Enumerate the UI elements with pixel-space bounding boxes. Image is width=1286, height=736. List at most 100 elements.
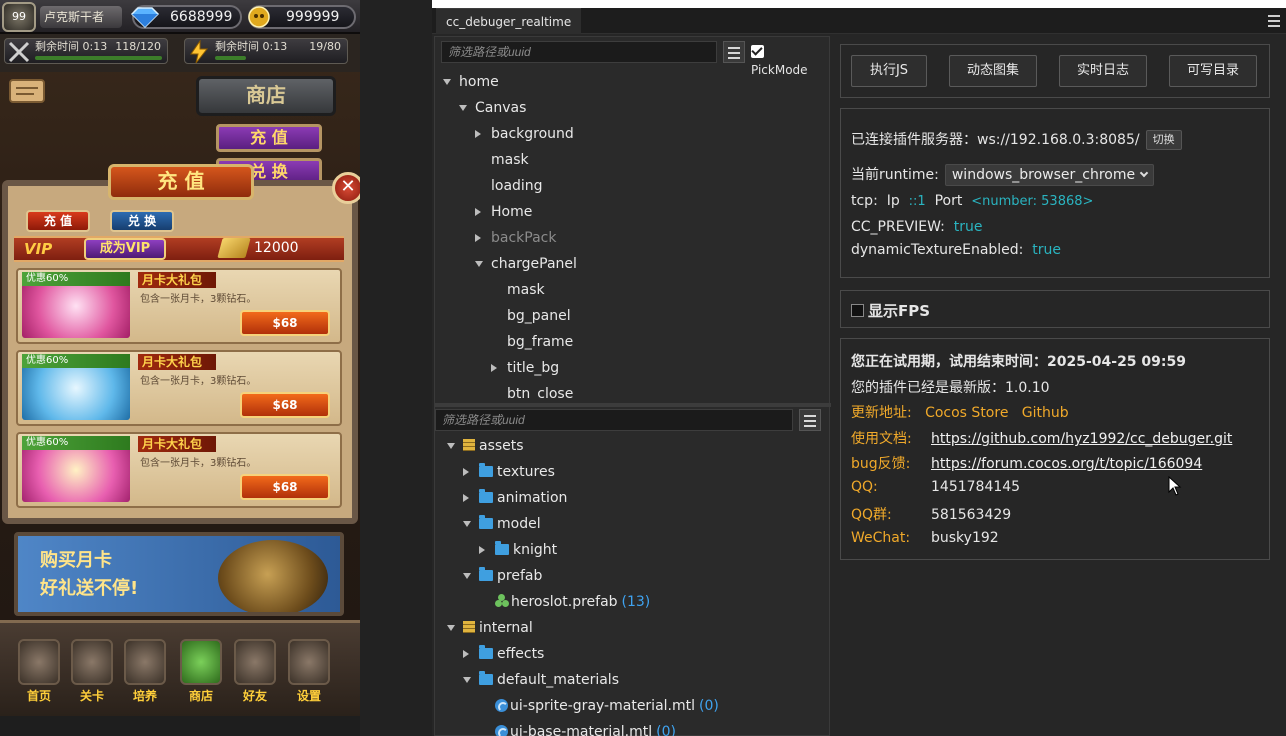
tree-node[interactable]: background (475, 121, 574, 147)
timer-label: 剩余时间 (215, 40, 259, 53)
asset-tree: assets textures animation model knight prefab… (435, 433, 831, 736)
update-label: 更新地址: (851, 405, 912, 421)
bug-link[interactable]: https://forum.cocos.org/t/topic/166094 (931, 456, 1202, 472)
hamburger-menu-icon[interactable] (1268, 15, 1280, 27)
asset-node[interactable]: animation (463, 485, 567, 511)
card-title: 月卡大礼包 (138, 272, 216, 288)
tree-node[interactable]: backPack (475, 225, 556, 251)
vip-label: VIP (24, 240, 53, 258)
tree-node[interactable]: Home (475, 199, 532, 225)
buy-button[interactable]: $68 (240, 474, 330, 500)
expand-arrow-down-icon[interactable] (443, 79, 451, 85)
reference-count: (13) (621, 594, 651, 610)
banner-line-1: 购买月卡 (40, 550, 112, 571)
runtime-select[interactable]: windows_browser_chrome (944, 164, 1155, 186)
tree-node[interactable]: chargePanel (475, 251, 577, 277)
expand-arrow-right-icon[interactable] (463, 468, 469, 476)
trial-notice: 您正在试用期，试用结束时间：2025-04-25 09:59 (851, 354, 1186, 370)
github-link[interactable]: Github (1022, 405, 1069, 421)
expand-arrow-right-icon[interactable] (463, 650, 469, 658)
asset-list-toggle-icon[interactable] (799, 409, 821, 431)
close-button[interactable]: ✕ (332, 172, 360, 204)
asset-node[interactable]: ui-base-material.mtl (0) (495, 719, 676, 736)
expand-arrow-down-icon[interactable] (463, 521, 471, 527)
expand-arrow-right-icon[interactable] (475, 208, 481, 216)
checkbox-unchecked-icon (851, 304, 864, 317)
expand-arrow-down-icon[interactable] (475, 261, 483, 267)
tree-node[interactable]: mask (507, 277, 545, 303)
realtime-log-button[interactable]: 实时日志 (1059, 55, 1147, 87)
expand-arrow-down-icon[interactable] (463, 573, 471, 579)
expand-arrow-right-icon[interactable] (479, 546, 485, 554)
list-toggle-icon[interactable] (723, 41, 745, 63)
expand-arrow-right-icon[interactable] (475, 130, 481, 138)
node-label: model (497, 516, 541, 532)
asset-node[interactable]: model (463, 511, 541, 537)
docs-link[interactable]: https://github.com/hyz1992/cc_debuger.gi… (931, 431, 1232, 447)
nav-home[interactable]: 首页 (14, 639, 64, 713)
card-description: 包含一张月卡，3颗钻石。 (140, 376, 257, 387)
tab-strip: cc_debuger_realtime (432, 8, 1286, 34)
asset-node[interactable]: effects (463, 641, 544, 667)
tree-node[interactable]: btn_close (507, 381, 573, 399)
recharge-menu-button[interactable]: 充 值 (216, 124, 322, 152)
asset-node[interactable]: internal (447, 615, 533, 641)
buy-button[interactable]: $68 (240, 310, 330, 336)
splitter[interactable] (435, 403, 831, 407)
tree-node[interactable]: Canvas (459, 95, 526, 121)
node-label: bg_frame (507, 334, 574, 350)
banner-character (218, 540, 328, 612)
asset-node[interactable]: heroslot.prefab (13) (495, 589, 650, 615)
expand-arrow-right-icon[interactable] (463, 494, 469, 502)
folder-icon (495, 541, 509, 555)
node-filter-input[interactable] (441, 41, 717, 63)
timer-time: 0:13 (262, 40, 288, 53)
expand-arrow-down-icon[interactable] (447, 443, 455, 449)
tab-exchange[interactable]: 兑 换 (110, 210, 174, 232)
wechat-value: busky192 (931, 530, 999, 546)
asset-node[interactable]: ui-sprite-gray-material.mtl (0) (495, 693, 719, 719)
timer-progress-bar (35, 56, 162, 60)
folder-icon (479, 463, 493, 477)
mail-scroll-icon[interactable] (8, 76, 48, 106)
fps-box: 显示FPS (840, 290, 1270, 328)
preview-line: CC_PREVIEW: true (851, 219, 983, 235)
become-vip-button[interactable]: 成为VIP (84, 238, 166, 260)
fps-toggle[interactable]: 显示FPS (851, 300, 930, 321)
tree-node[interactable]: mask (491, 147, 529, 173)
preview-value: true (953, 219, 983, 235)
tree-node[interactable]: title_bg (491, 355, 559, 381)
buy-button[interactable]: $68 (240, 392, 330, 418)
tree-node[interactable]: bg_panel (507, 303, 571, 329)
asset-node[interactable]: assets (447, 433, 524, 459)
nav-shop[interactable]: 商店 (176, 639, 226, 713)
nav-levels[interactable]: 关卡 (67, 639, 117, 713)
expand-arrow-right-icon[interactable] (475, 234, 481, 242)
asset-filter-input[interactable] (435, 409, 793, 431)
nav-train[interactable]: 培养 (120, 639, 170, 713)
asset-node[interactable]: knight (479, 537, 557, 563)
asset-node[interactable]: prefab (463, 563, 542, 589)
asset-node[interactable]: textures (463, 459, 555, 485)
cocos-store-link[interactable]: Cocos Store (925, 405, 1008, 421)
exec-js-button[interactable]: 执行JS (851, 55, 927, 87)
expand-arrow-down-icon[interactable] (447, 625, 455, 631)
dynamic-atlas-button[interactable]: 动态图集 (949, 55, 1037, 87)
game-preview[interactable]: 99 卢克斯干者 6688999 999999 剩余时间 0:13 118/12… (0, 0, 360, 716)
writable-dir-button[interactable]: 可写目录 (1169, 55, 1257, 87)
tree-node[interactable]: bg_frame (507, 329, 573, 355)
tree-node[interactable]: loading (491, 173, 543, 199)
asset-node[interactable]: default_materials (463, 667, 619, 693)
node-label: textures (497, 464, 555, 480)
nav-friends[interactable]: 好友 (230, 639, 280, 713)
switch-button[interactable]: 切换 (1145, 130, 1182, 150)
tab-recharge[interactable]: 充 值 (26, 210, 90, 232)
vip-amount: 12000 (254, 240, 299, 256)
expand-arrow-down-icon[interactable] (463, 677, 471, 683)
expand-arrow-down-icon[interactable] (459, 105, 467, 111)
expand-arrow-right-icon[interactable] (491, 364, 497, 372)
tree-node[interactable]: home (443, 69, 499, 95)
monthly-card-banner[interactable]: 购买月卡 好礼送不停! (14, 532, 344, 616)
nav-settings[interactable]: 设置 (284, 639, 334, 713)
tab-cc-debuger[interactable]: cc_debuger_realtime (436, 8, 582, 34)
